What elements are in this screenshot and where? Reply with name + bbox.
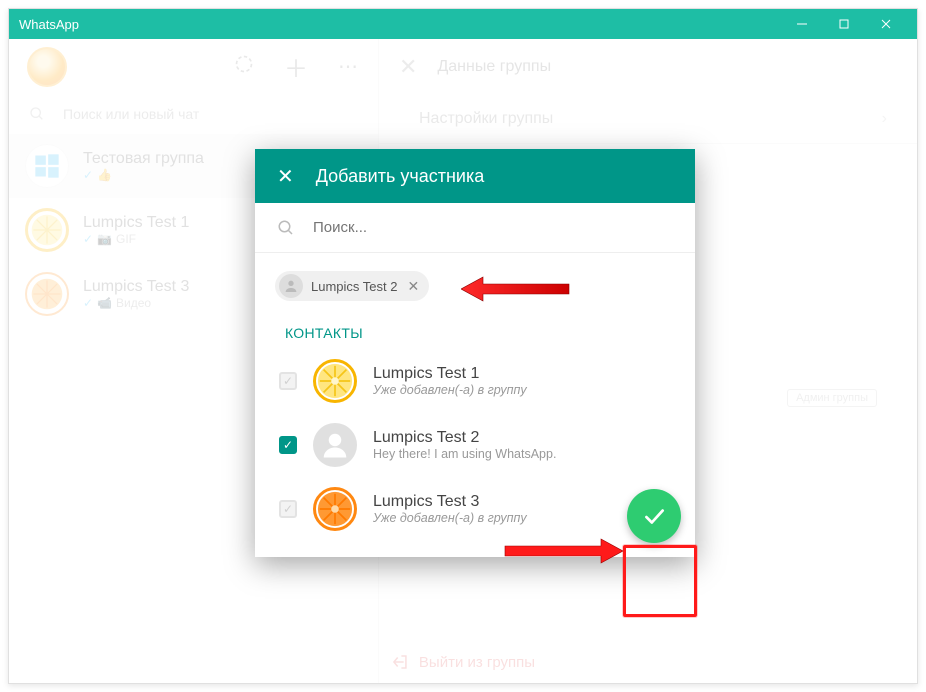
contact-row[interactable]: ✓ Lumpics Test 1 Уже добавлен(-а) в груп…	[255, 349, 695, 413]
contact-name: Lumpics Test 2	[373, 429, 556, 447]
sidebar-topbar: ＋ ⋯	[9, 39, 378, 94]
contact-avatar	[313, 423, 357, 467]
panel-header: ✕ Данные группы	[379, 39, 917, 94]
contact-avatar	[313, 359, 357, 403]
chat-body: Lumpics Test 1 ✓ 📷 GIF	[83, 214, 189, 246]
contact-text: Lumpics Test 1 Уже добавлен(-а) в группу	[373, 365, 527, 397]
panel-title: Данные группы	[437, 58, 551, 76]
chat-title: Lumpics Test 1	[83, 214, 189, 232]
chat-body: Тестовая группа ✓👍	[83, 150, 204, 182]
chat-avatar	[25, 144, 69, 188]
status-icon[interactable]	[234, 54, 254, 79]
lemon-icon	[30, 213, 64, 247]
selected-contact-chip: Lumpics Test 2 ✕	[275, 271, 429, 301]
exit-icon	[391, 653, 409, 671]
group-settings-label: Настройки группы	[419, 110, 553, 128]
modal-search-input[interactable]	[313, 219, 673, 236]
contact-text: Lumpics Test 2 Hey there! I am using Wha…	[373, 429, 556, 461]
modal-header: ✕ Добавить участника	[255, 149, 695, 203]
chat-title: Тестовая группа	[83, 150, 204, 168]
contact-checkbox: ✓	[279, 372, 297, 390]
admin-badge: Админ группы	[787, 389, 877, 407]
remove-chip-button[interactable]: ✕	[407, 278, 419, 295]
orange-icon	[30, 277, 64, 311]
lemon-icon	[316, 362, 354, 400]
contact-text: Lumpics Test 3 Уже добавлен(-а) в группу	[373, 493, 527, 525]
search-icon	[277, 219, 295, 237]
exit-group-button[interactable]: Выйти из группы	[391, 653, 535, 671]
contact-row[interactable]: ✓ Lumpics Test 2 Hey there! I am using W…	[255, 413, 695, 477]
chat-avatar	[25, 208, 69, 252]
chat-subtitle: ✓ 📷 GIF	[83, 232, 189, 246]
annotation-arrow	[503, 536, 623, 566]
contact-name: Lumpics Test 1	[373, 365, 527, 383]
chat-avatar	[25, 272, 69, 316]
chip-name: Lumpics Test 2	[311, 279, 397, 294]
exit-group-label: Выйти из группы	[419, 654, 535, 671]
contact-desc: Hey there! I am using WhatsApp.	[373, 447, 556, 461]
close-panel-icon[interactable]: ✕	[399, 54, 417, 80]
contact-checkbox[interactable]: ✓	[279, 436, 297, 454]
windows-icon	[33, 152, 61, 180]
orange-icon	[316, 490, 354, 528]
sidebar-search-placeholder: Поиск или новый чат	[63, 106, 199, 122]
modal-title: Добавить участника	[316, 166, 484, 187]
contact-desc: Уже добавлен(-а) в группу	[373, 383, 527, 397]
annotation-highlight-box	[623, 545, 697, 617]
close-window-button[interactable]	[865, 9, 907, 39]
contact-avatar	[313, 487, 357, 531]
check-icon	[641, 503, 667, 529]
menu-icon[interactable]: ⋯	[338, 54, 360, 79]
person-icon	[320, 430, 350, 460]
confirm-fab-button[interactable]	[627, 489, 681, 543]
chat-body: Lumpics Test 3 ✓ 📹 Видео	[83, 278, 189, 310]
new-chat-icon[interactable]: ＋	[284, 49, 308, 84]
contact-desc: Уже добавлен(-а) в группу	[373, 511, 527, 525]
annotation-arrow	[461, 274, 571, 304]
chip-avatar	[279, 274, 303, 298]
close-modal-button[interactable]: ✕	[277, 164, 294, 189]
app-window: WhatsApp ＋ ⋯ Поиск или новый чат	[8, 8, 918, 684]
contact-checkbox: ✓	[279, 500, 297, 518]
contacts-section-label: КОНТАКТЫ	[255, 307, 695, 349]
title-bar: WhatsApp	[9, 9, 917, 39]
add-participant-modal: ✕ Добавить участника Lumpics Test 2 ✕ КО…	[255, 149, 695, 557]
chat-subtitle: ✓👍	[83, 168, 204, 182]
sidebar-search[interactable]: Поиск или новый чат	[9, 94, 378, 134]
modal-search-row	[255, 203, 695, 253]
minimize-button[interactable]	[781, 9, 823, 39]
search-icon	[29, 106, 45, 122]
maximize-button[interactable]	[823, 9, 865, 39]
chat-subtitle: ✓ 📹 Видео	[83, 296, 189, 310]
app-body: ＋ ⋯ Поиск или новый чат Тестовая группа …	[9, 39, 917, 683]
group-settings-row[interactable]: Настройки группы ›	[379, 94, 917, 144]
chat-title: Lumpics Test 3	[83, 278, 189, 296]
contact-name: Lumpics Test 3	[373, 493, 527, 511]
chevron-right-icon: ›	[882, 110, 887, 128]
window-title: WhatsApp	[19, 17, 79, 32]
user-avatar[interactable]	[27, 47, 67, 87]
